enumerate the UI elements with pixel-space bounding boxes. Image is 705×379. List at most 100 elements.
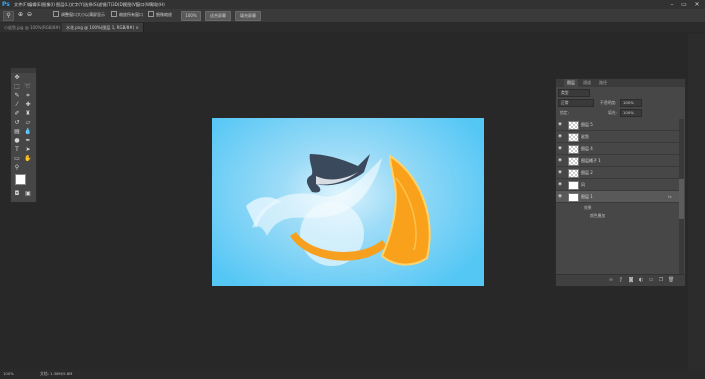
layer-thumbnail bbox=[568, 193, 579, 202]
brush-tool-icon[interactable]: ✐ bbox=[13, 110, 21, 117]
quick-select-tool-icon[interactable]: ✎ bbox=[13, 92, 21, 99]
new-group-icon[interactable]: ▭ bbox=[648, 278, 654, 283]
visibility-eye-icon[interactable]: ◉ bbox=[558, 134, 564, 139]
layer-row[interactable]: ◉ 图层 2 bbox=[556, 167, 679, 179]
options-bar: ⚲ ⊕ ⊖ 调整窗口大小以满屏显示 缩放所有窗口 细微缩放 100% 适合屏幕 … bbox=[0, 9, 705, 23]
zoom-level: 100% bbox=[3, 371, 14, 376]
tab-shark-doc[interactable]: 小鲨鱼.jpg @ 100%(RGB/8#) × bbox=[0, 23, 71, 32]
clone-stamp-tool-icon[interactable]: ♜ bbox=[24, 110, 32, 117]
maximize-icon[interactable]: ▭ bbox=[679, 1, 689, 8]
add-mask-icon[interactable]: ◙ bbox=[628, 278, 634, 283]
zoom-in-icon[interactable]: ⊕ bbox=[18, 11, 23, 19]
effect-color-overlay[interactable]: 颜色叠加 bbox=[590, 213, 605, 219]
menu-item-6[interactable]: 滤镜(T) bbox=[98, 1, 112, 8]
eyedropper-tool-icon[interactable]: ⁄ bbox=[13, 101, 21, 108]
menu-item-4[interactable]: 文字(Y) bbox=[70, 1, 84, 8]
type-tool-icon[interactable]: T bbox=[13, 146, 21, 153]
zoom-all-checkbox[interactable]: 缩放所有窗口 bbox=[111, 11, 143, 19]
menu-item-10[interactable]: 帮助(H) bbox=[150, 1, 165, 8]
layer-name: 图层 2 bbox=[581, 170, 593, 175]
layer-fx-icon[interactable]: fx bbox=[668, 194, 672, 199]
layer-row[interactable]: ◉ 图层 5 bbox=[556, 119, 679, 131]
link-layers-icon[interactable]: ∞ bbox=[608, 278, 614, 283]
menu-item-2[interactable]: 图像(I) bbox=[42, 1, 55, 8]
fill-input[interactable]: 100% bbox=[620, 109, 642, 117]
layer-row[interactable]: ◉ 图层 1 fx bbox=[556, 191, 679, 203]
new-layer-icon[interactable]: ❐ bbox=[658, 278, 664, 283]
visibility-eye-icon[interactable]: ◉ bbox=[558, 194, 564, 199]
resize-windows-label: 调整窗口大小以满屏显示 bbox=[61, 12, 105, 17]
zoom-out-icon[interactable]: ⊖ bbox=[27, 11, 32, 19]
visibility-eye-icon[interactable]: ◉ bbox=[558, 146, 564, 151]
menu-item-3[interactable]: 图层(L) bbox=[56, 1, 70, 8]
foreground-color-swatch[interactable] bbox=[15, 174, 26, 185]
dodge-tool-icon[interactable]: ● bbox=[13, 137, 21, 144]
screen-mode-icon[interactable]: ▣ bbox=[24, 190, 32, 197]
visibility-eye-icon[interactable]: ◉ bbox=[558, 122, 564, 127]
layer-name: 图层 1 bbox=[581, 194, 593, 199]
zoom-tool-icon[interactable]: ⚲ bbox=[3, 11, 14, 21]
scrubby-zoom-checkbox[interactable]: 细微缩放 bbox=[148, 11, 172, 19]
visibility-eye-icon[interactable]: ◉ bbox=[558, 158, 564, 163]
pen-tool-icon[interactable]: ✒ bbox=[24, 137, 32, 144]
layer-row[interactable]: ◉ 图层 4 bbox=[556, 143, 679, 155]
path-select-tool-icon[interactable]: ➤ bbox=[24, 146, 32, 153]
crop-tool-icon[interactable]: ⌗ bbox=[24, 92, 32, 99]
fill-screen-button[interactable]: 填充屏幕 bbox=[235, 11, 261, 21]
marquee-tool-icon[interactable]: ⬚ bbox=[13, 83, 21, 90]
layers-scrollbar-thumb[interactable] bbox=[679, 179, 684, 219]
resize-windows-checkbox[interactable]: 调整窗口大小以满屏显示 bbox=[53, 11, 105, 19]
tools-panel-grip[interactable] bbox=[11, 68, 36, 73]
layer-row[interactable]: ◉ 风 bbox=[556, 179, 679, 191]
document-size: 文档: 1.38M/5.8M bbox=[40, 371, 73, 376]
zoom-100-button[interactable]: 100% bbox=[181, 11, 201, 21]
scrubby-zoom-label: 细微缩放 bbox=[156, 12, 172, 17]
menu-bar: Ps 文件(F) 编辑(E) 图像(I) 图层(L) 文字(Y) 选择(S) 滤镜(T) 3D… bbox=[0, 0, 705, 9]
eraser-tool-icon[interactable]: ▱ bbox=[24, 119, 32, 126]
gradient-tool-icon[interactable]: ▤ bbox=[13, 128, 21, 135]
fit-screen-button[interactable]: 适合屏幕 bbox=[205, 11, 231, 21]
delete-layer-icon[interactable]: 🗑 bbox=[668, 278, 674, 283]
layer-name: 图层 4 bbox=[581, 146, 593, 151]
opacity-label: 不透明度: bbox=[600, 100, 617, 105]
tab-splash-doc[interactable]: 水花.png @ 100%(图层 1, RGB/8#) × bbox=[62, 23, 144, 32]
visibility-eye-icon[interactable]: ◉ bbox=[558, 170, 564, 175]
opacity-input[interactable]: 100% bbox=[620, 99, 642, 107]
close-icon[interactable]: ✕ bbox=[692, 1, 702, 8]
right-dock-strip bbox=[688, 34, 705, 374]
shape-tool-icon[interactable]: ▭ bbox=[13, 155, 21, 162]
layer-row[interactable]: ◉ 鲨鱼 bbox=[556, 131, 679, 143]
tools-panel: ✥ ⬚ ➰ ✎ ⌗ ⁄ ✚ ✐ ♜ ↺ ▱ ▤ 💧 ● ✒ T ➤ ▭ ✋ ⚲ … bbox=[10, 67, 37, 203]
document-canvas[interactable] bbox=[212, 118, 484, 286]
zoom-tool-icon[interactable]: ⚲ bbox=[13, 164, 21, 171]
lasso-tool-icon[interactable]: ➰ bbox=[24, 83, 32, 90]
add-style-icon[interactable]: ƒ bbox=[618, 278, 624, 283]
layers-panel-tabs: 图层 通道 路径 bbox=[556, 79, 685, 87]
kind-filter-select[interactable]: 类型 bbox=[558, 89, 590, 97]
layer-row[interactable]: ◉ 图层橘子 1 bbox=[556, 155, 679, 167]
blend-mode-select[interactable]: 正常 bbox=[558, 99, 594, 107]
visibility-eye-icon[interactable]: ◉ bbox=[558, 182, 564, 187]
move-tool-icon[interactable]: ✥ bbox=[13, 74, 21, 81]
healing-brush-tool-icon[interactable]: ✚ bbox=[24, 101, 32, 108]
tab-paths[interactable]: 路径 bbox=[596, 79, 610, 87]
quick-mask-icon[interactable]: ◘ bbox=[13, 190, 21, 197]
menu-item-1[interactable]: 编辑(E) bbox=[28, 1, 42, 8]
minimize-icon[interactable]: – bbox=[667, 1, 677, 8]
layer-name: 风 bbox=[581, 182, 585, 187]
adjustment-layer-icon[interactable]: ◐ bbox=[638, 278, 644, 283]
menu-item-0[interactable]: 文件(F) bbox=[14, 1, 28, 8]
tab-layers[interactable]: 图层 bbox=[564, 79, 578, 87]
layer-name: 图层橘子 1 bbox=[581, 158, 601, 163]
layers-scrollbar[interactable] bbox=[679, 119, 684, 274]
canvas-artwork bbox=[246, 154, 431, 266]
tab-channels[interactable]: 通道 bbox=[580, 79, 594, 87]
hand-tool-icon[interactable]: ✋ bbox=[24, 155, 32, 162]
layer-list: ◉ 图层 5 ◉ 鲨鱼 ◉ 图层 4 ◉ 图层橘子 1 ◉ 图层 2 ◉ 风 ◉ 图层 1 fx 效果 颜色叠加 bbox=[556, 119, 679, 274]
layers-panel: 图层 通道 路径 类型 正常 不透明度: 100% 锁定: 填充: 100% ◉… bbox=[555, 78, 686, 286]
blur-tool-icon[interactable]: 💧 bbox=[24, 128, 32, 135]
menu-item-5[interactable]: 选择(S) bbox=[84, 1, 98, 8]
history-brush-tool-icon[interactable]: ↺ bbox=[13, 119, 21, 126]
layer-thumbnail bbox=[568, 157, 579, 166]
fill-label: 填充: bbox=[608, 110, 617, 115]
